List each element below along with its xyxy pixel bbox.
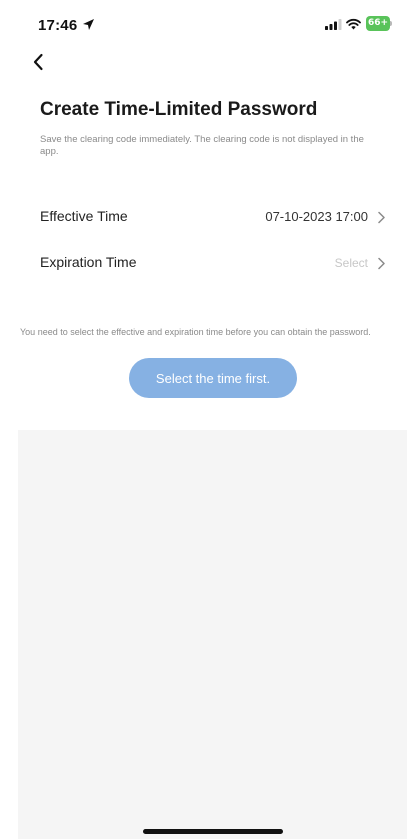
chevron-left-icon (33, 53, 43, 71)
select-time-first-button[interactable]: Select the time first. (129, 358, 297, 398)
expiration-time-placeholder: Select (334, 256, 368, 270)
bottom-panel (18, 430, 407, 839)
battery-tip (390, 21, 392, 26)
status-bar: 17:46 66+ (0, 0, 410, 44)
status-time: 17:46 (38, 17, 78, 34)
expiration-time-row[interactable]: Expiration Time Select (40, 249, 390, 277)
location-arrow-icon (83, 19, 94, 30)
expiration-time-label: Expiration Time (40, 254, 137, 270)
effective-time-label: Effective Time (40, 208, 128, 224)
effective-time-row[interactable]: Effective Time 07-10-2023 17:00 (40, 203, 390, 231)
cellular-signal-icon (325, 19, 342, 30)
chevron-right-icon (378, 257, 385, 270)
back-button[interactable] (27, 50, 51, 74)
page-subtitle: Save the clearing code immediately. The … (40, 134, 364, 157)
chevron-right-icon (378, 211, 385, 224)
battery-icon: 66+ (366, 16, 393, 31)
effective-time-value: 07-10-2023 17:00 (265, 209, 368, 224)
battery-level: 66+ (367, 18, 389, 28)
home-indicator (143, 829, 283, 834)
hint-text: You need to select the effective and exp… (20, 327, 371, 337)
wifi-icon (346, 18, 361, 30)
page-title: Create Time-Limited Password (40, 99, 318, 120)
